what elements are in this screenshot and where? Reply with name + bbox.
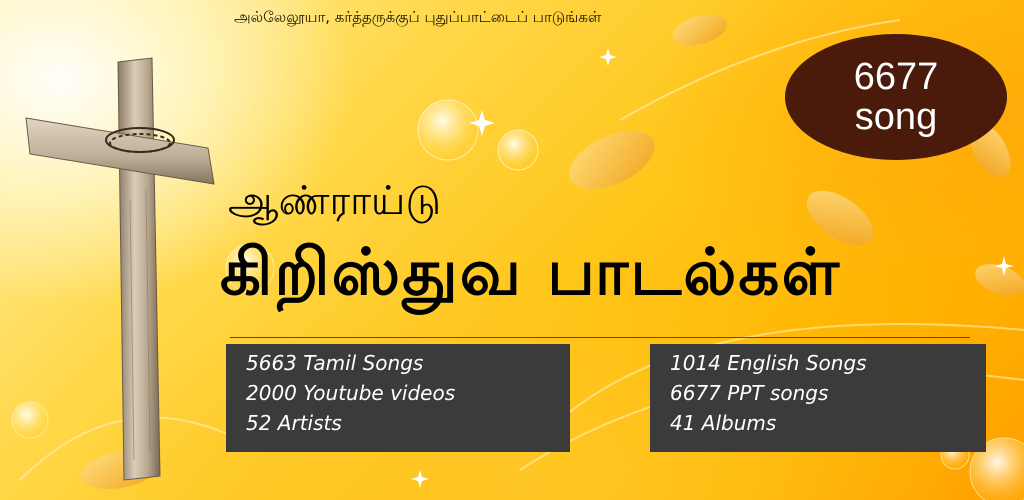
stat-item: 1014 English Songs — [670, 351, 867, 375]
stat-item: 52 Artists — [246, 411, 342, 435]
song-count-unit: song — [854, 96, 938, 138]
app-subtitle: ஆண்ராய்டு — [228, 178, 442, 224]
stats-panel-left: 5663 Tamil Songs 2000 Youtube videos 52 … — [226, 344, 570, 452]
divider — [230, 337, 970, 338]
promo-banner: அல்லேலூயா, கர்த்தருக்குப் புதுப்பாட்டைப்… — [0, 0, 1024, 500]
stats-panel-right: 1014 English Songs 6677 PPT songs 41 Alb… — [650, 344, 986, 452]
song-count-number: 6677 — [853, 56, 939, 98]
song-count-badge: 6677 song — [785, 34, 1007, 160]
stat-item: 41 Albums — [670, 411, 777, 435]
cross-icon — [25, 57, 215, 481]
stat-item: 6677 PPT songs — [670, 381, 829, 405]
stat-item: 5663 Tamil Songs — [246, 351, 424, 375]
app-title: கிறிஸ்துவ பாடல்கள் — [220, 236, 842, 310]
stat-item: 2000 Youtube videos — [246, 381, 456, 405]
slogan-text: அல்லேலூயா, கர்த்தருக்குப் புதுப்பாட்டைப்… — [234, 8, 602, 26]
